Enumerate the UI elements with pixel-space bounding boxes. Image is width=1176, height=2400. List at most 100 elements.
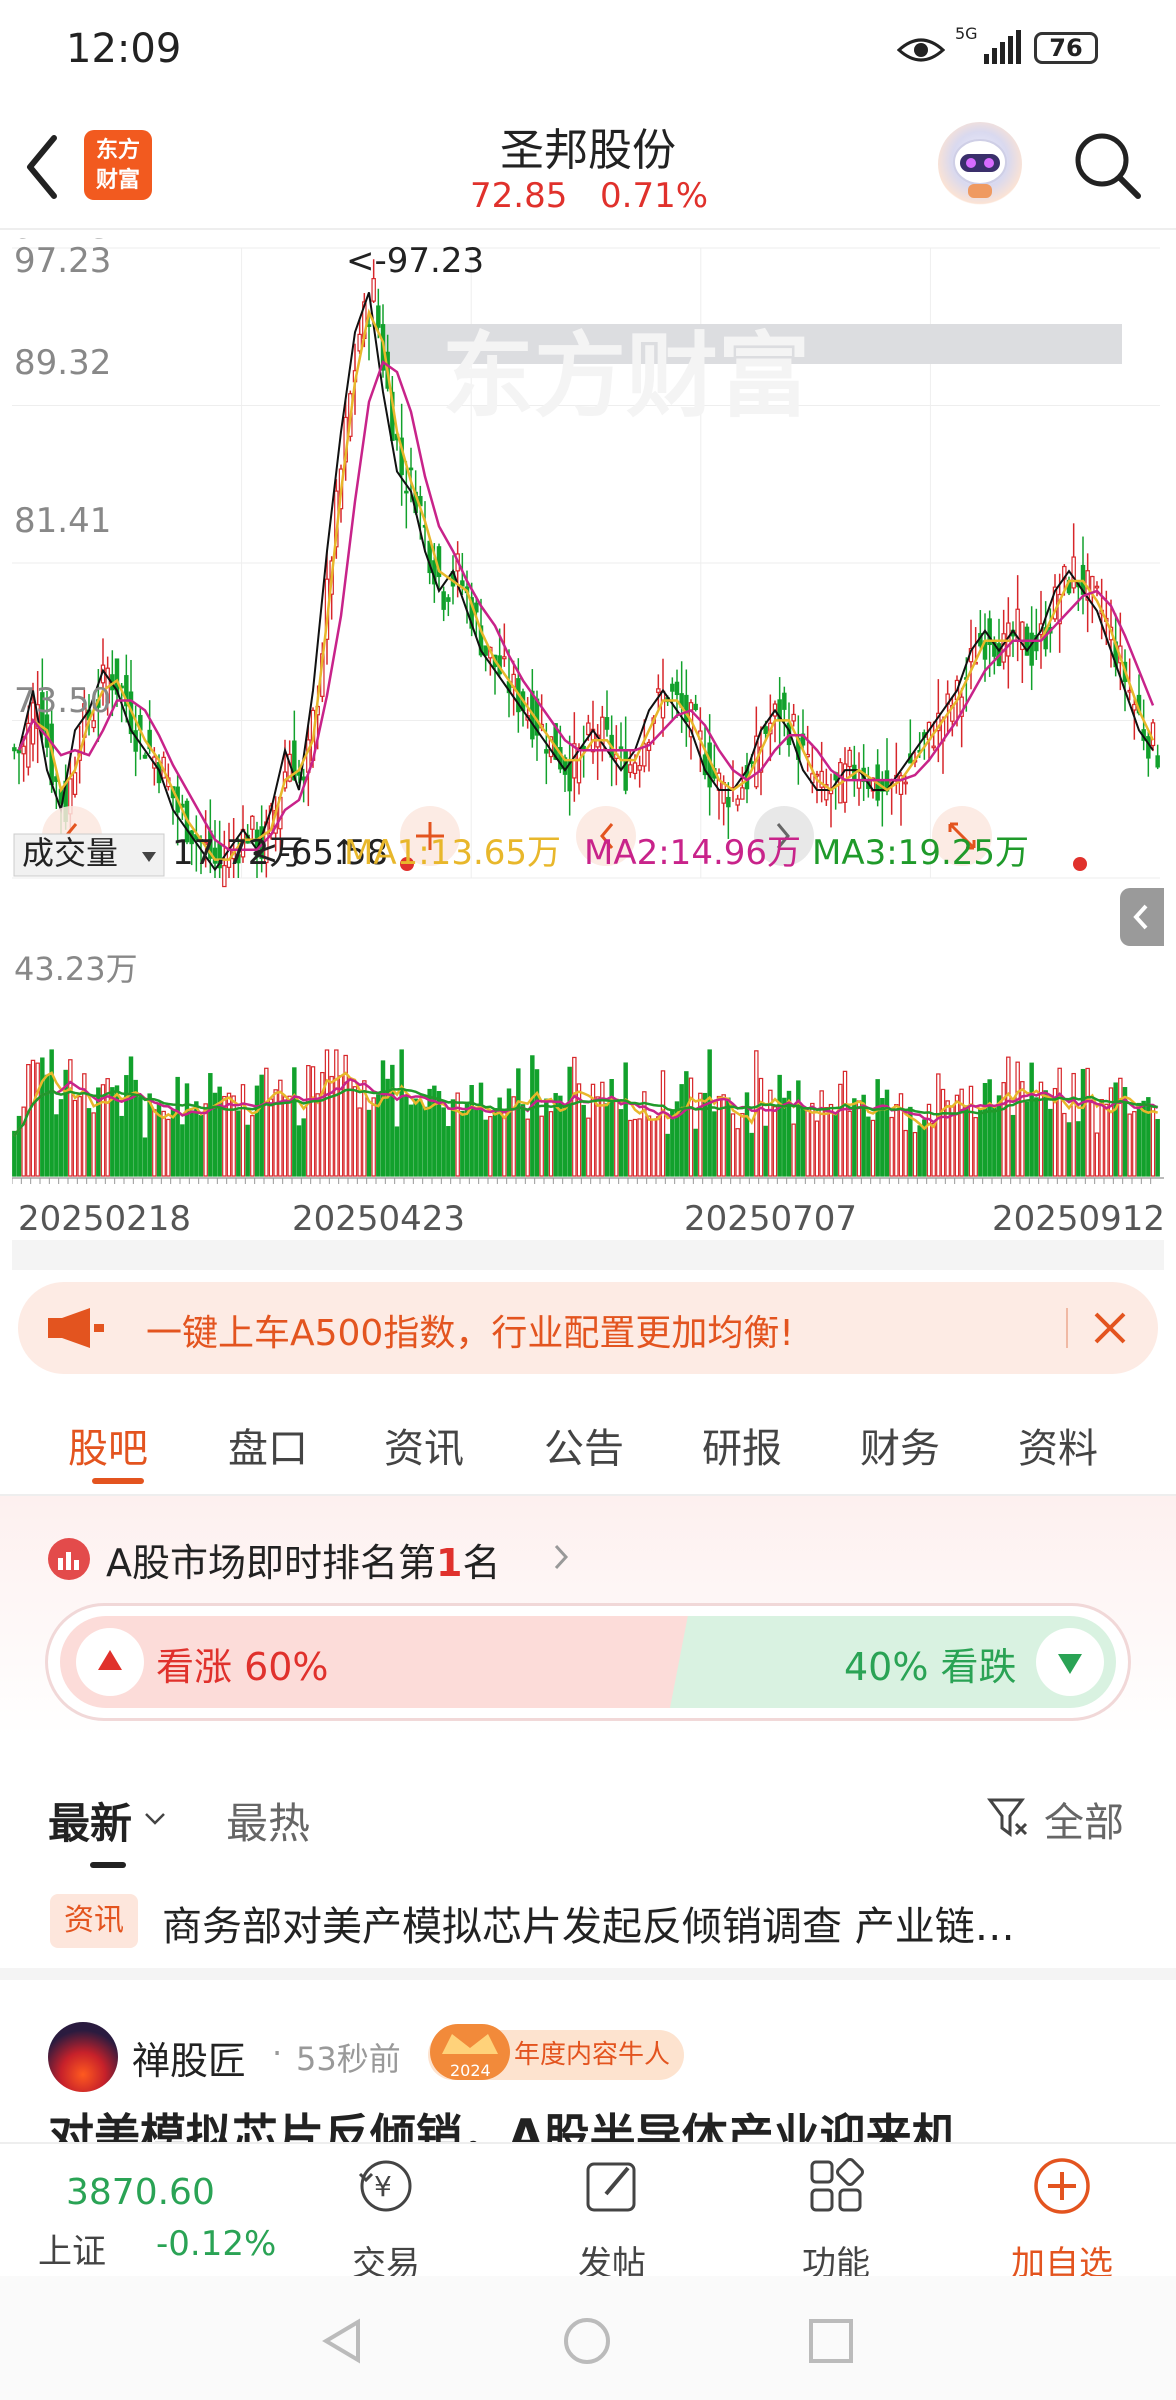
- rank-text[interactable]: A股市场即时排名第1名: [106, 1532, 500, 1587]
- add-circle-icon[interactable]: [1030, 2154, 1094, 2218]
- volume-bar: [763, 1125, 768, 1177]
- index-name[interactable]: 上证: [38, 2224, 106, 2273]
- filter-icon[interactable]: [986, 1794, 1030, 1842]
- notice-text: 一键上车A500指数，行业配置更加均衡!: [146, 1313, 794, 1354]
- promo-notice[interactable]: 一键上车A500指数，行业配置更加均衡!: [18, 1282, 1158, 1374]
- side-panel-toggle[interactable]: [1120, 888, 1164, 946]
- volume-bar: [534, 1069, 540, 1177]
- volume-bar: [968, 1085, 974, 1177]
- avatar[interactable]: [48, 2022, 118, 2092]
- volume-bar: [819, 1090, 824, 1177]
- trade-icon[interactable]: ¥: [354, 2154, 418, 2218]
- post-item[interactable]: 禅股匠 · 53秒前 年度内容牛人 2024 对美模拟芯片反倾销，A股半导体产业…: [0, 1992, 1176, 2142]
- volume-bar: [772, 1106, 778, 1177]
- compose-icon[interactable]: [580, 2154, 644, 2218]
- volume-bar: [637, 1118, 642, 1177]
- volume-bar: [278, 1079, 283, 1177]
- volume-bar: [208, 1073, 213, 1177]
- volume-bar: [91, 1112, 96, 1177]
- volume-bar: [539, 1115, 544, 1177]
- feed-filter: 最新 最热 全部: [0, 1760, 1176, 1868]
- volume-bar: [567, 1066, 572, 1177]
- volume-bar: [44, 1074, 50, 1177]
- tab-research[interactable]: 研报: [702, 1416, 782, 1474]
- tab-news[interactable]: 资讯: [384, 1416, 464, 1474]
- filter-latest[interactable]: 最新: [48, 1790, 132, 1851]
- volume-bar: [828, 1103, 834, 1177]
- y-label-high: 97.23: [14, 241, 111, 281]
- post-time: 53秒前: [296, 2040, 401, 2078]
- volume-bar: [833, 1112, 838, 1177]
- volume-bar: [128, 1056, 134, 1177]
- event-dot[interactable]: [1073, 857, 1087, 871]
- volume-bar: [259, 1074, 264, 1177]
- volume-bar: [730, 1113, 736, 1177]
- bullish-button[interactable]: [76, 1628, 144, 1696]
- index-change[interactable]: -0.12%: [156, 2224, 276, 2264]
- x-label-2: 20250707: [684, 1199, 857, 1239]
- nav-home-icon[interactable]: [562, 2316, 612, 2366]
- volume-bar: [58, 1099, 64, 1177]
- volume-bar: [875, 1079, 880, 1177]
- volume-bar: [198, 1115, 204, 1177]
- tab-profile[interactable]: 资料: [1018, 1416, 1098, 1474]
- volume-bar: [455, 1092, 460, 1177]
- volume-bar: [791, 1123, 796, 1177]
- volume-bar: [628, 1119, 633, 1177]
- notice-divider: [1066, 1308, 1068, 1348]
- sentiment-vote: 看涨 60% 40% 看跌: [48, 1606, 1128, 1718]
- volume-bar: [292, 1067, 297, 1177]
- signal-icon: [984, 30, 1021, 64]
- volume-bar: [1038, 1081, 1044, 1177]
- battery-indicator: 76: [1034, 32, 1098, 64]
- volume-bar: [166, 1118, 171, 1177]
- volume-bar: [1080, 1068, 1086, 1177]
- ma1-label: MA1:13.65万: [344, 833, 561, 873]
- volume-bar: [586, 1117, 591, 1177]
- grid-icon[interactable]: [804, 2154, 868, 2218]
- filter-all[interactable]: 全部: [1044, 1790, 1124, 1848]
- chevron-right-icon: [554, 1544, 569, 1570]
- volume-bar: [268, 1098, 274, 1177]
- news-item[interactable]: 资讯 商务部对美产模拟芯片发起反倾销调查 产业链…: [0, 1870, 1176, 1980]
- volume-bar: [1090, 1099, 1095, 1177]
- close-icon[interactable]: [1088, 1306, 1132, 1350]
- system-nav-bar: [0, 2276, 1176, 2400]
- volume-bar: [520, 1104, 526, 1177]
- volume-bar: [1132, 1111, 1137, 1177]
- volume-value: 17.72万: [172, 833, 303, 873]
- tab-announcements[interactable]: 公告: [544, 1416, 624, 1474]
- search-icon[interactable]: [1072, 130, 1142, 200]
- volume-bar: [40, 1057, 45, 1177]
- index-value[interactable]: 3870.60: [66, 2172, 215, 2213]
- volume-bar: [665, 1133, 670, 1177]
- volume-bar: [404, 1095, 409, 1177]
- volume-bar: [926, 1103, 932, 1177]
- volume-bar: [525, 1118, 530, 1177]
- volume-bar: [296, 1125, 302, 1177]
- post-username[interactable]: 禅股匠: [132, 2030, 246, 2085]
- volume-bar: [954, 1094, 960, 1177]
- volume-bar: [77, 1096, 82, 1177]
- nav-back-icon[interactable]: [318, 2316, 368, 2366]
- volume-chart[interactable]: 43.23万 20250218 20250423 20250707 202509…: [12, 940, 1164, 1270]
- volume-max-label: 43.23万: [14, 950, 138, 988]
- volume-bar: [30, 1059, 36, 1177]
- volume-bar: [236, 1110, 241, 1177]
- volume-bar: [1113, 1082, 1118, 1177]
- filter-active-indicator: [90, 1862, 126, 1868]
- kline-chart[interactable]: 东方财富 97.23 97.23 89.32 81.41 73.50 65.58…: [12, 238, 1164, 888]
- chevron-down-icon: [145, 1813, 165, 1825]
- tab-finance[interactable]: 财务: [860, 1416, 940, 1474]
- filter-hot[interactable]: 最热: [226, 1790, 310, 1851]
- volume-bar: [348, 1078, 353, 1177]
- volume-bar: [707, 1049, 712, 1177]
- volume-bar: [758, 1077, 764, 1177]
- volume-bar: [1029, 1062, 1034, 1177]
- tab-pankou[interactable]: 盘口: [228, 1416, 308, 1474]
- assistant-robot-icon[interactable]: [938, 122, 1022, 206]
- bearish-button[interactable]: [1036, 1628, 1104, 1696]
- nav-recents-icon[interactable]: [806, 2316, 856, 2366]
- volume-bar: [982, 1082, 988, 1177]
- tab-guba[interactable]: 股吧: [68, 1416, 148, 1474]
